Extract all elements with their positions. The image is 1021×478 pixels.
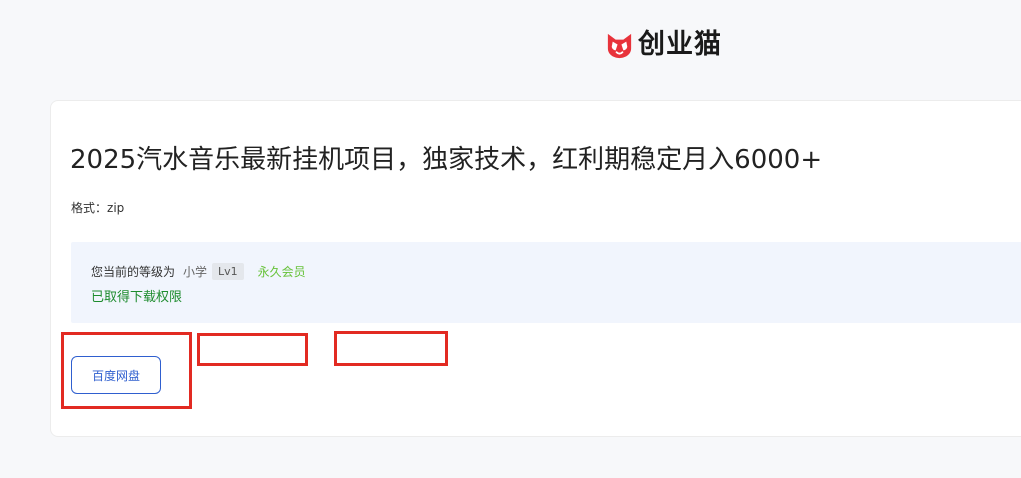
highlight-box <box>334 331 448 366</box>
member-level-row: 您当前的等级为 小学 Lv1 永久会员 <box>91 262 306 280</box>
site-logo[interactable]: 创业猫 <box>604 27 722 61</box>
membership-label[interactable]: 永久会员 <box>258 263 306 280</box>
level-badge: Lv1 <box>212 262 244 280</box>
level-name: 小学 <box>183 264 208 279</box>
resource-title: 2025汽水音乐最新挂机项目，独家技术，红利期稳定月入6000+ <box>70 145 823 175</box>
permission-panel <box>71 242 1021 323</box>
cat-face-icon <box>607 33 632 58</box>
level-prefix: 您当前的等级为 <box>91 264 176 279</box>
format-label: 格式： <box>71 201 108 215</box>
logo-text: 创业猫 <box>638 28 722 60</box>
highlight-box <box>61 332 192 409</box>
format-info: 格式：zip <box>71 199 124 216</box>
download-permission-status: 已取得下载权限 <box>91 290 183 305</box>
format-value: zip <box>107 201 125 215</box>
highlight-box <box>197 333 308 366</box>
